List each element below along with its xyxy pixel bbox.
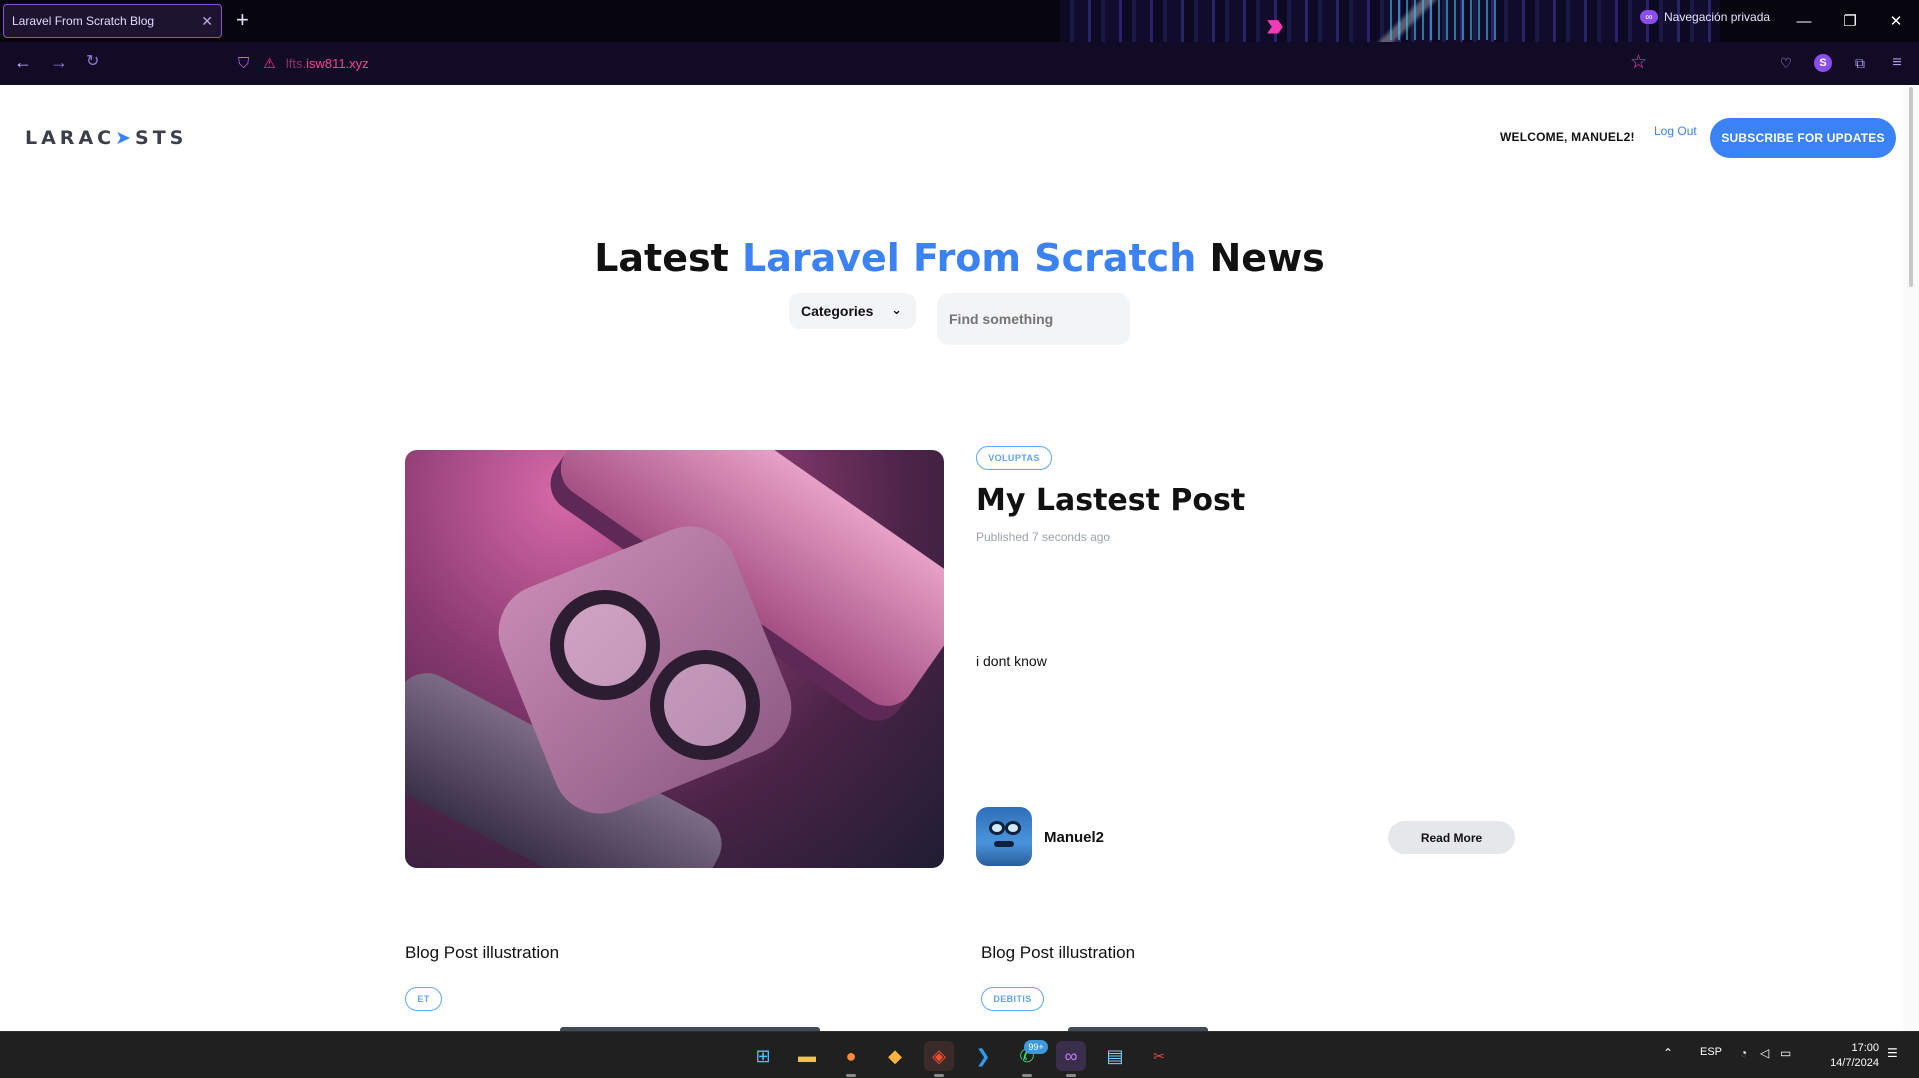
notifications-icon[interactable]: ☰	[1887, 1046, 1898, 1060]
git-icon[interactable]: ◈	[924, 1041, 954, 1077]
title-end: News	[1196, 236, 1325, 280]
tab-title: Laravel From Scratch Blog	[12, 14, 155, 28]
welcome-message: WELCOME, MANUEL2!	[1500, 130, 1635, 144]
pocket-icon[interactable]: ♡	[1777, 54, 1795, 72]
windows-taskbar: ⊞ ▬ ● ◆ ◈ ❯ ✆ 99+ ∞ ▤ ✂ ⌃ ESP ◔ ◁ ▭ 17:0…	[0, 1031, 1919, 1078]
categories-label: Categories	[801, 303, 874, 319]
author-avatar	[976, 807, 1032, 866]
category-tag[interactable]: ET	[405, 987, 442, 1011]
clock-time: 17:00	[1851, 1042, 1879, 1054]
clock-date: 14/7/2024	[1830, 1057, 1879, 1069]
browser-tab-bar: ››› Laravel From Scratch Blog ✕ + ∞ Nave…	[0, 0, 1919, 42]
bookmark-star-icon[interactable]: ☆	[1630, 51, 1647, 74]
restore-button[interactable]: ❐	[1827, 0, 1873, 42]
minimize-button[interactable]: —	[1781, 0, 1827, 42]
post-excerpt: i dont know	[976, 653, 1047, 669]
author-name[interactable]: Manuel2	[1044, 829, 1104, 846]
file-explorer-icon[interactable]: ▬	[792, 1041, 822, 1071]
address-bar[interactable]: ⛉ ⚠ lfts.isw811.xyz	[236, 47, 1656, 79]
browser-nav-bar: ← → ↻ ⛉ ⚠ lfts.isw811.xyz ☆ ♡ S ⧉ ≡	[0, 42, 1919, 85]
subscribe-button[interactable]: SUBSCRIBE FOR UPDATES	[1710, 118, 1896, 158]
snipping-tool-icon[interactable]: ✂	[1144, 1041, 1174, 1071]
theme-artwork: ›››	[1060, 0, 1720, 42]
notification-badge: 99+	[1024, 1040, 1048, 1054]
title-highlight: Laravel From Scratch	[742, 236, 1197, 280]
close-window-button[interactable]: ✕	[1873, 0, 1919, 42]
taskbar-clock[interactable]: 17:00 14/7/2024	[1815, 1041, 1879, 1071]
back-arrow-icon[interactable]: ←	[14, 51, 32, 73]
menu-icon[interactable]: ≡	[1888, 54, 1906, 72]
vscode-icon[interactable]: ❯	[968, 1041, 998, 1071]
web-page: LARAC➤STS WELCOME, MANUEL2! Log Out SUBS…	[0, 85, 1919, 1031]
category-tag[interactable]: VOLUPTAS	[976, 446, 1052, 470]
private-mask-icon: ∞	[1640, 10, 1658, 24]
featured-post-image	[405, 450, 944, 868]
account-avatar-icon[interactable]: S	[1814, 54, 1832, 72]
read-more-button[interactable]: Read More	[1388, 821, 1515, 854]
window-controls: — ❐ ✕	[1781, 0, 1919, 42]
page-scrollbar[interactable]	[1903, 85, 1919, 1031]
laracasts-logo[interactable]: LARAC➤STS	[25, 127, 187, 149]
insecure-lock-icon[interactable]: ⚠	[263, 55, 276, 72]
url-text[interactable]: lfts.isw811.xyz	[286, 56, 369, 71]
firefox-icon[interactable]: ●	[836, 1041, 866, 1077]
new-tab-button[interactable]: +	[236, 9, 249, 31]
avatar-mouth	[994, 841, 1014, 847]
category-tag[interactable]: DEBITIS	[981, 987, 1044, 1011]
url-subdomain: lfts.	[285, 55, 307, 71]
scrollbar-thumb[interactable]	[1909, 87, 1913, 287]
logo-text-end: STS	[135, 127, 188, 149]
url-domain: isw811.xyz	[306, 55, 369, 71]
logo-arrow-icon: ➤	[115, 127, 136, 149]
volume-icon[interactable]: ◁	[1760, 1046, 1769, 1060]
categories-dropdown[interactable]: Categories ⌄	[789, 293, 916, 329]
wifi-icon[interactable]: ◔	[1740, 1046, 1747, 1060]
title-start: Latest	[594, 236, 742, 280]
chevron-art: ›››	[1266, 6, 1284, 42]
grid-art	[1390, 0, 1500, 40]
extensions-icon[interactable]: ⧉	[1851, 54, 1869, 72]
browser-tab[interactable]: Laravel From Scratch Blog ✕	[3, 4, 222, 38]
app-icon[interactable]: ◆	[880, 1041, 910, 1071]
battery-icon[interactable]: ▭	[1780, 1046, 1791, 1060]
windows-start-icon[interactable]: ⊞	[748, 1041, 778, 1071]
logout-link[interactable]: Log Out	[1654, 124, 1697, 138]
chevron-down-icon: ⌄	[891, 302, 902, 317]
tab-close-icon[interactable]: ✕	[201, 13, 213, 29]
post-card-title: Blog Post illustration	[981, 943, 1136, 962]
page-title: Latest Laravel From Scratch News	[0, 236, 1919, 280]
search-input[interactable]	[937, 293, 1130, 345]
featured-post-title[interactable]: My Lastest Post	[976, 483, 1245, 518]
notepad-icon[interactable]: ▤	[1100, 1041, 1130, 1071]
avatar-eye-left	[989, 821, 1005, 835]
published-date: Published 7 seconds ago	[976, 530, 1111, 544]
post-card-title: Blog Post illustration	[405, 943, 560, 962]
firefox-private-icon[interactable]: ∞	[1056, 1041, 1086, 1077]
forward-arrow-icon[interactable]: →	[50, 51, 68, 73]
private-browsing-indicator: ∞ Navegación privada	[1640, 10, 1770, 24]
logo-text-start: LARAC	[25, 127, 116, 149]
tracking-protection-icon[interactable]: ⛉	[238, 55, 249, 72]
illustration-lens-left	[550, 590, 660, 700]
tray-chevron-up-icon[interactable]: ⌃	[1663, 1046, 1673, 1060]
avatar-eye-right	[1005, 821, 1021, 835]
language-indicator[interactable]: ESP	[1700, 1046, 1722, 1058]
illustration-lens-right	[650, 650, 760, 760]
reload-icon[interactable]: ↻	[86, 51, 99, 73]
private-browsing-label: Navegación privada	[1664, 10, 1771, 24]
